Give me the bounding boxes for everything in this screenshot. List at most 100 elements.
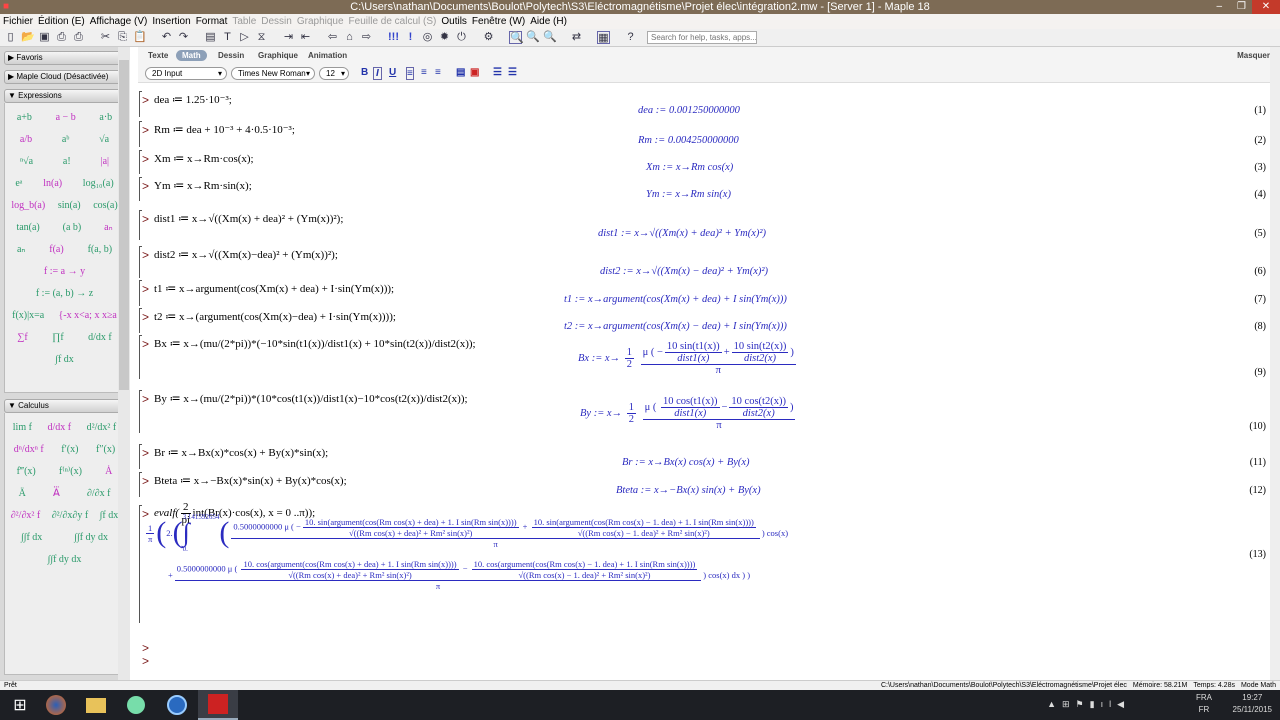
- highlight-button[interactable]: ▣: [470, 67, 479, 78]
- menu-item[interactable]: Format: [196, 14, 228, 29]
- palette-entry[interactable]: d/dx f: [47, 422, 71, 433]
- execution-group-bracket[interactable]: [139, 210, 142, 240]
- help-icon[interactable]: ?: [624, 31, 637, 44]
- prompt-icon[interactable]: ▷: [238, 31, 251, 44]
- palette-entry[interactable]: ∫∫f dx: [21, 532, 42, 543]
- palette-entry[interactable]: ∂/∂x f: [87, 488, 111, 499]
- input-mode-select[interactable]: 2D Input ▾: [145, 67, 227, 80]
- print-icon[interactable]: ⎙: [55, 31, 68, 44]
- back-icon[interactable]: ⇦: [326, 31, 339, 44]
- palette-entry[interactable]: a+b: [17, 112, 32, 123]
- palette-entry[interactable]: ∑f: [17, 332, 27, 343]
- tab-math[interactable]: Math: [176, 50, 207, 61]
- align-left-button[interactable]: ≡: [406, 67, 414, 80]
- palette-calculus[interactable]: ▼ Calculus: [4, 399, 125, 413]
- home-icon[interactable]: ⌂: [343, 31, 356, 44]
- palette-entry[interactable]: f⁽ⁿ⁾(x): [59, 466, 82, 477]
- menu-item[interactable]: Fenêtre (W): [472, 14, 525, 29]
- execution-group-bracket[interactable]: [139, 308, 142, 333]
- open-icon[interactable]: 📂: [21, 31, 35, 44]
- input-line[interactable]: dea ≔ 1.25·10⁻³;: [154, 93, 232, 106]
- language-indicator[interactable]: FRA FR: [1196, 692, 1212, 716]
- menu-item[interactable]: Graphique: [297, 14, 344, 29]
- palette-entry[interactable]: f := a → y: [44, 266, 85, 277]
- search-input[interactable]: [647, 31, 757, 44]
- palette-entry[interactable]: {-x x<a; x x≥a: [58, 310, 116, 321]
- taskbar-firefox[interactable]: [36, 690, 76, 720]
- palette-entry[interactable]: f‴(x): [17, 466, 36, 477]
- zoom-100-icon[interactable]: 🔍: [509, 31, 524, 44]
- forward-icon[interactable]: ⇨: [360, 31, 373, 44]
- input-line[interactable]: dist2 ≔ x→√((Xm(x)−dea)² + (Ym(x))²);: [154, 248, 338, 261]
- close-button[interactable]: ✕: [1252, 0, 1280, 14]
- palette-toggle-icon[interactable]: ▦: [597, 31, 610, 44]
- execution-group-bracket[interactable]: [139, 246, 142, 278]
- execution-group-bracket[interactable]: [139, 505, 142, 623]
- palette-entry[interactable]: a − b: [56, 112, 76, 123]
- palette-entry[interactable]: ∏f: [52, 332, 64, 343]
- input-line[interactable]: Ym ≔ x→Rm·sin(x);: [154, 179, 252, 192]
- palette-entry[interactable]: d²/dx² f: [87, 422, 117, 433]
- minimize-button[interactable]: –: [1216, 0, 1222, 14]
- worksheet[interactable]: > dea ≔ 1.25·10⁻³; dea := 0.001250000000 (1…: [138, 85, 1268, 668]
- input-line[interactable]: t1 ≔ x→argument(cos(Xm(x) + dea) + I·sin…: [154, 282, 394, 295]
- menu-item[interactable]: Édition (E): [38, 14, 85, 29]
- palette-entry[interactable]: log_b(a): [11, 200, 45, 211]
- taskbar-explorer[interactable]: [76, 690, 116, 720]
- text-color-button[interactable]: ▤: [456, 67, 465, 78]
- palette-entry[interactable]: ln(a): [43, 178, 62, 189]
- empty-prompt[interactable]: >: [142, 654, 149, 668]
- palette-scrollbar-thumb[interactable]: [119, 60, 129, 390]
- tab-animation[interactable]: Animation: [308, 51, 347, 60]
- palette-entry[interactable]: ∫f dx: [55, 354, 74, 365]
- cut-icon[interactable]: ✂: [99, 31, 112, 44]
- math-text-icon[interactable]: ▤: [204, 31, 217, 44]
- palette-entry[interactable]: d/dx f: [88, 332, 112, 343]
- palette-favoris[interactable]: ▶ Favoris: [4, 51, 125, 65]
- execution-group-bracket[interactable]: [139, 280, 142, 306]
- palette-entry[interactable]: aₙ: [17, 244, 25, 255]
- palette-entry[interactable]: (a b): [63, 222, 82, 233]
- menu-item[interactable]: Affichage (V): [90, 14, 148, 29]
- palette-entry[interactable]: a/b: [20, 134, 32, 145]
- palette-entry[interactable]: f″(x): [96, 444, 115, 455]
- execution-group-bracket[interactable]: [139, 177, 142, 201]
- tab-dessin[interactable]: Dessin: [218, 51, 244, 60]
- restart-icon[interactable]: ⏻: [455, 31, 468, 44]
- input-line[interactable]: Bteta ≔ x→−Bx(x)*sin(x) + By(x)*cos(x);: [154, 474, 347, 487]
- menu-item[interactable]: Dessin: [261, 14, 292, 29]
- execution-group-bracket[interactable]: [139, 444, 142, 469]
- palette-entry[interactable]: f := (a, b) → z: [36, 288, 93, 299]
- masquer-button[interactable]: Masquer: [1237, 51, 1270, 60]
- execute-all-icon[interactable]: !!!: [387, 31, 400, 44]
- input-line[interactable]: Xm ≔ x→Rm·cos(x);: [154, 152, 254, 165]
- palette-entry[interactable]: log₁₀(a): [83, 178, 114, 189]
- execution-group-bracket[interactable]: [139, 150, 142, 174]
- palette-entry[interactable]: √a: [99, 134, 109, 145]
- palette-entry[interactable]: f(a, b): [88, 244, 112, 255]
- maximize-button[interactable]: ❐: [1237, 0, 1246, 14]
- worksheet-scrollbar[interactable]: [1270, 47, 1280, 680]
- execution-group-bracket[interactable]: [139, 472, 142, 497]
- swap-icon[interactable]: ⇄: [570, 31, 583, 44]
- palette-entry[interactable]: aᵇ: [62, 134, 70, 145]
- redo-icon[interactable]: ↷: [177, 31, 190, 44]
- underline-button[interactable]: U: [389, 67, 396, 78]
- text-icon[interactable]: T: [221, 31, 234, 44]
- palette-entry[interactable]: ∫∫f dy dx: [74, 532, 108, 543]
- empty-prompt[interactable]: >: [142, 641, 149, 655]
- outdent-icon[interactable]: ⇤: [299, 31, 312, 44]
- palette-entry[interactable]: a!: [63, 156, 71, 167]
- palette-entry[interactable]: ∂²/∂x∂y f: [52, 510, 88, 521]
- palette-expressions[interactable]: ▼ Expressions: [4, 89, 125, 103]
- align-right-button[interactable]: ≡: [435, 67, 441, 78]
- input-line[interactable]: Bx ≔ x→(mu/(2*pi))*(−10*sin(t1(x))/dist1…: [154, 337, 476, 350]
- palette-entry[interactable]: ∫∫f dy dx: [48, 554, 82, 565]
- palette-entry[interactable]: ∂²/∂x² f: [11, 510, 41, 521]
- start-button[interactable]: ⊞: [0, 690, 40, 720]
- menu-item[interactable]: Outils: [441, 14, 467, 29]
- print-preview-icon[interactable]: ⎙: [72, 31, 85, 44]
- tab-texte[interactable]: Texte: [148, 51, 168, 60]
- palette-entry[interactable]: dⁿ/dxⁿ f: [14, 444, 44, 455]
- palette-entry[interactable]: f(a): [49, 244, 63, 255]
